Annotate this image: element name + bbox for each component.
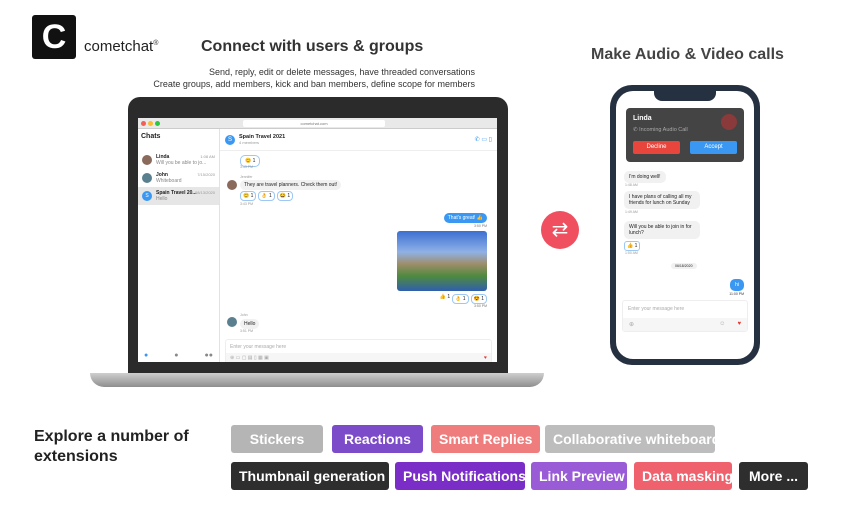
desktop-chat-app: cometchat.com Chats Linda Will you be abl… xyxy=(138,118,497,362)
extension-data-masking[interactable]: Data masking xyxy=(634,462,733,490)
chat-item-john[interactable]: John Whiteboard 7/15/2020 xyxy=(138,169,219,187)
reaction-chip[interactable]: 👍 1 xyxy=(440,294,450,304)
cometchat-logo: C xyxy=(32,15,76,59)
extension-reactions[interactable]: Reactions xyxy=(332,425,423,453)
message-input[interactable]: Enter your message here xyxy=(226,340,491,354)
call-icons[interactable]: ✆ ▭ ▯ xyxy=(475,136,492,143)
avatar: S xyxy=(142,191,152,201)
message-bubble: Will you be able to join in for lunch? xyxy=(624,221,700,239)
chat-item-linda[interactable]: Linda Will you be able to jo... 1:08 AM xyxy=(138,151,219,169)
extension-smart-replies[interactable]: Smart Replies xyxy=(431,425,540,453)
chat-header: S Spain Travel 2021 4 members ✆ ▭ ▯ xyxy=(220,129,497,151)
chat-preview: Hello xyxy=(156,196,168,202)
subtext-1: Send, reply, edit or delete messages, ha… xyxy=(209,67,475,77)
reaction-chip[interactable]: 😊 1 xyxy=(240,191,257,201)
chat-main: S Spain Travel 2021 4 members ✆ ▭ ▯ 😊 1 3… xyxy=(220,129,497,362)
chat-item-spain-travel[interactable]: S Spain Travel 20... Hello 08/13/2020 xyxy=(138,187,219,205)
msg-time: 3:51 PM xyxy=(240,329,254,333)
message-input[interactable]: Enter your message here xyxy=(623,301,747,317)
incoming-call-card: Linda ✆ Incoming Audio Call Decline Acce… xyxy=(626,108,744,162)
extension-whiteboard[interactable]: Collaborative whiteboard xyxy=(545,425,720,453)
brand-name-text: cometchat xyxy=(84,38,154,55)
msg-time: 3:50 PM xyxy=(473,224,487,228)
chat-preview: Will you be able to jo... xyxy=(156,160,207,166)
browser-bar: cometchat.com xyxy=(138,118,497,129)
message-bubble: They are travel planners. Check them out… xyxy=(240,180,342,190)
msg-time: 1:48 AM xyxy=(625,183,638,187)
extension-push[interactable]: Push Notifications xyxy=(395,462,526,490)
chat-time: 7/15/2020 xyxy=(197,172,215,177)
extension-stickers[interactable]: Stickers xyxy=(231,425,323,453)
message-bubble-out: hi xyxy=(730,279,744,291)
avatar xyxy=(227,317,237,327)
emoji-icon[interactable]: ☺ xyxy=(719,321,725,327)
reaction-chip[interactable]: 😂 1 xyxy=(276,191,294,201)
reaction-chip[interactable]: 👍 1 xyxy=(624,241,641,251)
users-tab-icon[interactable]: ● xyxy=(174,352,178,359)
avatar xyxy=(227,180,237,190)
chats-tab-icon[interactable]: ● xyxy=(144,352,148,359)
add-icon[interactable]: ⊕ xyxy=(629,322,634,328)
brand-name: cometchat® xyxy=(84,38,158,55)
reg-mark: ® xyxy=(153,40,159,47)
composer: Enter your message here ⊕ ▭ ▢ ▤ ▯ ▦ ▣ ♥ xyxy=(225,339,492,362)
reaction-chip[interactable]: 👌 1 xyxy=(258,191,275,201)
msg-time: 1:50 AM xyxy=(625,251,638,255)
sidebar-title: Chats xyxy=(141,133,161,140)
avatar xyxy=(142,155,152,165)
avatar xyxy=(142,173,152,183)
accept-button[interactable]: Accept xyxy=(690,141,737,154)
headline: Connect with users & groups xyxy=(201,38,424,55)
msg-time: 1:49 AM xyxy=(625,210,638,214)
msg-time: 3:43 PM xyxy=(240,165,254,169)
extension-link-preview[interactable]: Link Preview xyxy=(531,462,627,490)
message-bubble: Hello xyxy=(240,319,260,329)
message-bubble: I have plans of calling all my friends f… xyxy=(624,191,700,209)
reactions: 👍 1 👌 1 😍 1 xyxy=(440,294,487,304)
composer: Enter your message here ⊕ ♥ ☺ xyxy=(622,300,748,332)
extensions-title: Explore a number of extensions xyxy=(34,428,189,465)
extension-thumbnail[interactable]: Thumbnail generation xyxy=(231,462,389,490)
subtext-2: Create groups, add members, kick and ban… xyxy=(153,79,475,89)
heart-icon[interactable]: ♥ xyxy=(484,355,487,361)
caller-name: Linda xyxy=(633,115,652,122)
msg-time: 11:00 PM xyxy=(729,292,744,296)
composer-toolbar: ⊕ ▭ ▢ ▤ ▯ ▦ ▣ ♥ xyxy=(226,353,491,362)
phone-mockup: Linda ✆ Incoming Audio Call Decline Acce… xyxy=(610,85,760,365)
extension-more[interactable]: More ... xyxy=(739,462,808,490)
laptop-base xyxy=(90,373,544,387)
msg-sender: John xyxy=(240,313,248,317)
msg-time: 3:50 PM xyxy=(473,304,487,308)
date-separator: 06/18/2020 xyxy=(671,263,697,269)
sidebar-tabs: ● ● ●● xyxy=(144,352,213,359)
group-avatar: S xyxy=(225,134,235,145)
reactions: 😊 1 👌 1 😂 1 xyxy=(240,191,294,201)
logo-letter: C xyxy=(41,18,67,56)
chat-time: 1:08 AM xyxy=(200,154,215,159)
phone-chat-app: Linda ✆ Incoming Audio Call Decline Acce… xyxy=(616,91,754,359)
chat-preview: Whiteboard xyxy=(156,178,182,184)
call-type: Incoming Audio Call xyxy=(639,127,688,133)
shared-image[interactable] xyxy=(397,231,487,291)
attachment-icons[interactable]: ⊕ ▭ ▢ ▤ ▯ ▦ ▣ xyxy=(230,355,269,361)
msg-time: 3:43 PM xyxy=(240,202,254,206)
heart-icon[interactable]: ♥ xyxy=(737,321,741,327)
url-bar[interactable]: cometchat.com xyxy=(243,120,385,127)
calls-headline: Make Audio & Video calls xyxy=(591,46,784,63)
groups-tab-icon[interactable]: ●● xyxy=(205,352,213,359)
chat-time: 08/13/2020 xyxy=(194,190,215,195)
msg-sender: Jennifer xyxy=(240,175,253,179)
decline-button[interactable]: Decline xyxy=(633,141,680,154)
message-bubble: I'm doing well! xyxy=(624,171,666,183)
chat-sidebar: Chats Linda Will you be able to jo... 1:08… xyxy=(138,129,220,362)
reaction-chip[interactable]: 👌 1 xyxy=(452,294,469,304)
group-members: 4 members xyxy=(239,139,260,145)
caller-avatar xyxy=(721,114,737,130)
message-bubble-out: That's great! 👍 xyxy=(443,213,487,223)
phone-notch xyxy=(654,91,716,101)
reaction-chip[interactable]: 😍 1 xyxy=(470,294,487,304)
laptop-mockup: cometchat.com Chats Linda Will you be abl… xyxy=(128,97,508,373)
swap-icon: ⇄ xyxy=(541,211,579,249)
